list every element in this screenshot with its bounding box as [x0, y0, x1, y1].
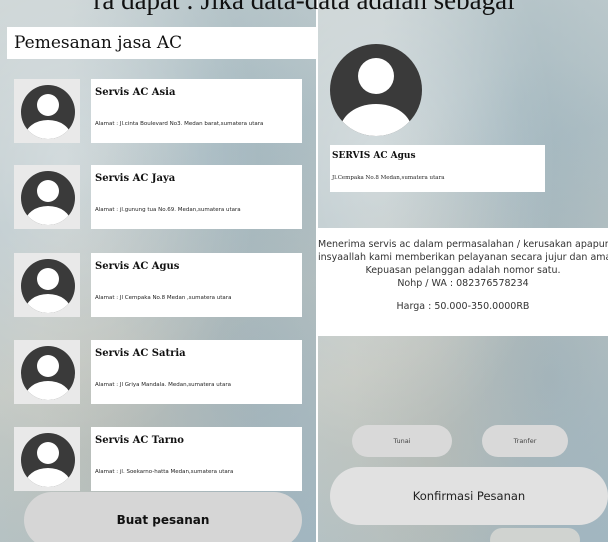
user-avatar-icon	[21, 346, 75, 400]
service-name: Servis AC Tarno	[95, 435, 184, 446]
avatar-container	[14, 427, 80, 491]
service-description: Menerima servis ac dalam permasalahan / …	[318, 228, 608, 336]
pay-cash-button[interactable]: Tunai	[352, 425, 452, 457]
service-card-satria[interactable]: Servis AC Satria Alamat : Jl Griya Manda…	[14, 340, 302, 404]
description-line: Menerima servis ac dalam permasalahan / …	[318, 239, 608, 250]
cut-off-caption: ra dapat : Jika data-data adalah sebagai	[93, 0, 515, 15]
confirm-order-button[interactable]: Konfirmasi Pesanan	[330, 467, 608, 525]
service-name: SERVIS AC Agus	[332, 151, 416, 161]
pay-transfer-button[interactable]: Tranfer	[482, 425, 568, 457]
service-address: Alamat : Jl Cempaka No.8 Medan ,sumatera…	[95, 295, 232, 301]
service-address: Alamat : jl. Soekarno-hatta Medan,sumate…	[95, 469, 234, 475]
service-address: Alamat : jl.gunung tua No.69. Medan,suma…	[95, 207, 241, 213]
phone-number: Nohp / WA : 082376578234	[397, 278, 529, 289]
avatar-container	[14, 253, 80, 317]
avatar-container	[14, 165, 80, 229]
price-range: Harga : 50.000-350.0000RB	[396, 301, 530, 312]
user-avatar-icon	[21, 85, 75, 139]
user-avatar-icon	[21, 171, 75, 225]
service-name: Servis AC Agus	[95, 261, 180, 272]
user-avatar-icon	[330, 44, 422, 136]
description-line: insyaallah kami memberikan pelayanan sec…	[318, 252, 608, 263]
service-info: Servis AC Asia Alamat : Jl.cinta Bouleva…	[91, 79, 302, 143]
service-address: Alamat : Jl Griya Mandala. Medan,sumater…	[95, 382, 231, 388]
avatar-container	[14, 340, 80, 404]
service-card-agus[interactable]: Servis AC Agus Alamat : Jl Cempaka No.8 …	[14, 253, 302, 317]
service-name: Servis AC Satria	[95, 348, 186, 359]
app-header: Pemesanan jasa AC	[7, 27, 316, 59]
service-info: Servis AC Tarno Alamat : jl. Soekarno-ha…	[91, 427, 302, 491]
service-address: Alamat : Jl.cinta Boulevard No3. Medan b…	[95, 121, 264, 127]
user-avatar-icon	[21, 433, 75, 487]
service-card-asia[interactable]: Servis AC Asia Alamat : Jl.cinta Bouleva…	[14, 79, 302, 143]
service-list-screen: Pemesanan jasa AC Servis AC Asia Alamat …	[0, 0, 316, 542]
service-name: Servis AC Jaya	[95, 173, 176, 184]
description-line: Kepuasan pelanggan adalah nomor satu.	[365, 265, 561, 276]
service-info: Servis AC Satria Alamat : Jl Griya Manda…	[91, 340, 302, 404]
service-card-tarno[interactable]: Servis AC Tarno Alamat : jl. Soekarno-ha…	[14, 427, 302, 491]
service-info: Servis AC Agus Alamat : Jl Cempaka No.8 …	[91, 253, 302, 317]
order-detail-screen: SERVIS AC Agus Jl.Cempaka No.8 Medan,sum…	[318, 0, 608, 542]
service-name: Servis AC Asia	[95, 87, 176, 98]
service-card-jaya[interactable]: Servis AC Jaya Alamat : jl.gunung tua No…	[14, 165, 302, 229]
page-title: Pemesanan jasa AC	[14, 33, 183, 53]
avatar-container	[14, 79, 80, 143]
service-address: Jl.Cempaka No.8 Medan,sumatera utara	[332, 175, 445, 181]
create-order-button[interactable]: Buat pesanan	[24, 492, 302, 542]
service-detail-card: SERVIS AC Agus Jl.Cempaka No.8 Medan,sum…	[330, 145, 545, 192]
user-avatar-icon	[21, 259, 75, 313]
service-info: Servis AC Jaya Alamat : jl.gunung tua No…	[91, 165, 302, 229]
bottom-decoration	[490, 528, 580, 542]
